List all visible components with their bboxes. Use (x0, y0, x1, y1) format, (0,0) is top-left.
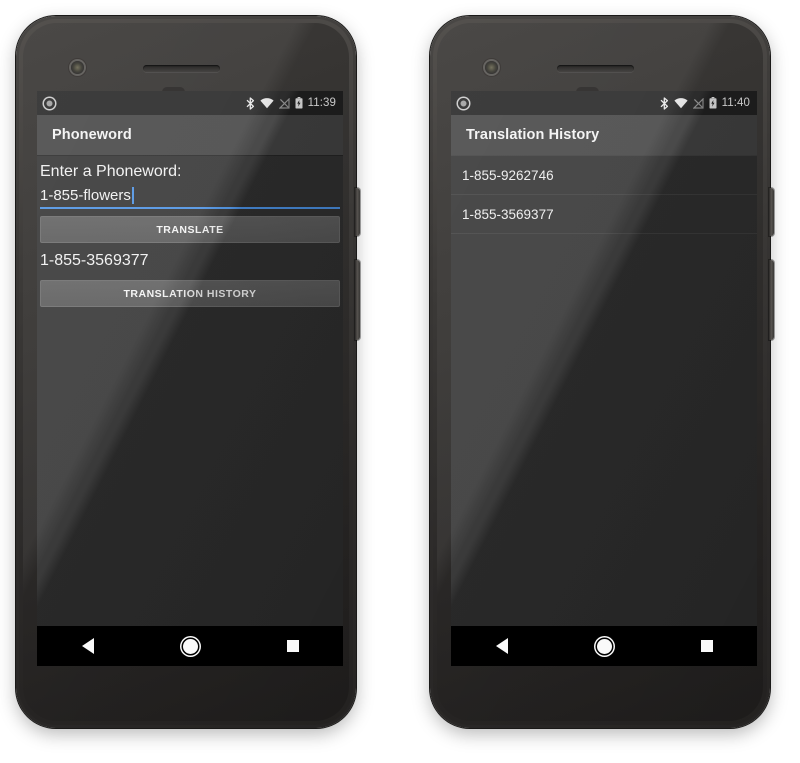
phone-inner-bezel: 11:39 Phoneword Enter a Phoneword: 1-855… (19, 19, 353, 725)
no-signal-icon (278, 97, 290, 109)
phone-inner-bezel: 11:40 Translation History 1-855-9262746 … (433, 19, 767, 725)
home-nav-icon[interactable] (182, 638, 198, 654)
app-bar-title: Phoneword (52, 127, 132, 143)
phone-front-face: 11:39 Phoneword Enter a Phoneword: 1-855… (23, 23, 349, 721)
translation-history-button[interactable]: TRANSLATION HISTORY (40, 280, 340, 307)
earpiece-speaker-icon (557, 65, 634, 72)
phone-device-left: 11:39 Phoneword Enter a Phoneword: 1-855… (16, 16, 360, 728)
phoneword-input[interactable]: 1-855-flowers (40, 186, 340, 209)
earpiece-speaker-icon (143, 65, 220, 72)
text-caret (131, 187, 134, 204)
circle-notification-icon (44, 97, 55, 109)
back-nav-icon[interactable] (81, 638, 94, 654)
android-nav-bar (37, 626, 343, 666)
power-button[interactable] (769, 188, 774, 236)
list-item-label: 1-855-3569377 (462, 206, 554, 222)
back-nav-icon[interactable] (495, 638, 508, 654)
list-item-label: 1-855-9262746 (462, 167, 554, 183)
phone-device-right: 11:40 Translation History 1-855-9262746 … (430, 16, 774, 728)
status-bar-clock: 11:39 (307, 97, 336, 109)
battery-charging-icon (295, 97, 303, 109)
phone-screen-right: 11:40 Translation History 1-855-9262746 … (451, 91, 757, 666)
wifi-icon (673, 97, 688, 109)
bluetooth-icon (246, 96, 255, 110)
battery-charging-icon (709, 97, 717, 109)
app-content-left: Enter a Phoneword: 1-855-flowers TRANSLA… (37, 155, 343, 307)
phone-front-face: 11:40 Translation History 1-855-9262746 … (437, 23, 763, 721)
status-bar-left (44, 97, 55, 109)
phone-screen-left: 11:39 Phoneword Enter a Phoneword: 1-855… (37, 91, 343, 666)
phoneword-label: Enter a Phoneword: (40, 163, 182, 180)
list-item[interactable]: 1-855-9262746 (451, 155, 757, 195)
android-nav-bar (451, 626, 757, 666)
status-bar-right: 11:39 (246, 96, 336, 110)
translation-history-list: 1-855-9262746 1-855-3569377 (451, 155, 757, 234)
volume-rocker-button[interactable] (769, 260, 774, 340)
volume-rocker-button[interactable] (355, 260, 360, 340)
status-bar: 11:40 (451, 91, 757, 115)
wifi-icon (259, 97, 274, 109)
power-button[interactable] (355, 188, 360, 236)
recents-nav-icon[interactable] (286, 640, 299, 652)
status-bar-clock: 11:40 (721, 97, 750, 109)
app-bar: Translation History (451, 115, 757, 155)
recents-nav-icon[interactable] (700, 640, 713, 652)
status-bar-left (458, 97, 469, 109)
phoneword-input-value: 1-855-flowers (40, 187, 131, 204)
app-bar: Phoneword (37, 115, 343, 155)
status-bar: 11:39 (37, 91, 343, 115)
no-signal-icon (692, 97, 704, 109)
translation-result: 1-855-3569377 (40, 252, 149, 269)
home-nav-icon[interactable] (596, 638, 612, 654)
status-bar-right: 11:40 (660, 96, 750, 110)
circle-notification-icon (458, 97, 469, 109)
front-camera-icon (71, 61, 84, 74)
list-item[interactable]: 1-855-3569377 (451, 195, 757, 234)
app-bar-title: Translation History (466, 127, 600, 143)
translate-button[interactable]: TRANSLATE (40, 216, 340, 243)
front-camera-icon (485, 61, 498, 74)
bluetooth-icon (660, 96, 669, 110)
